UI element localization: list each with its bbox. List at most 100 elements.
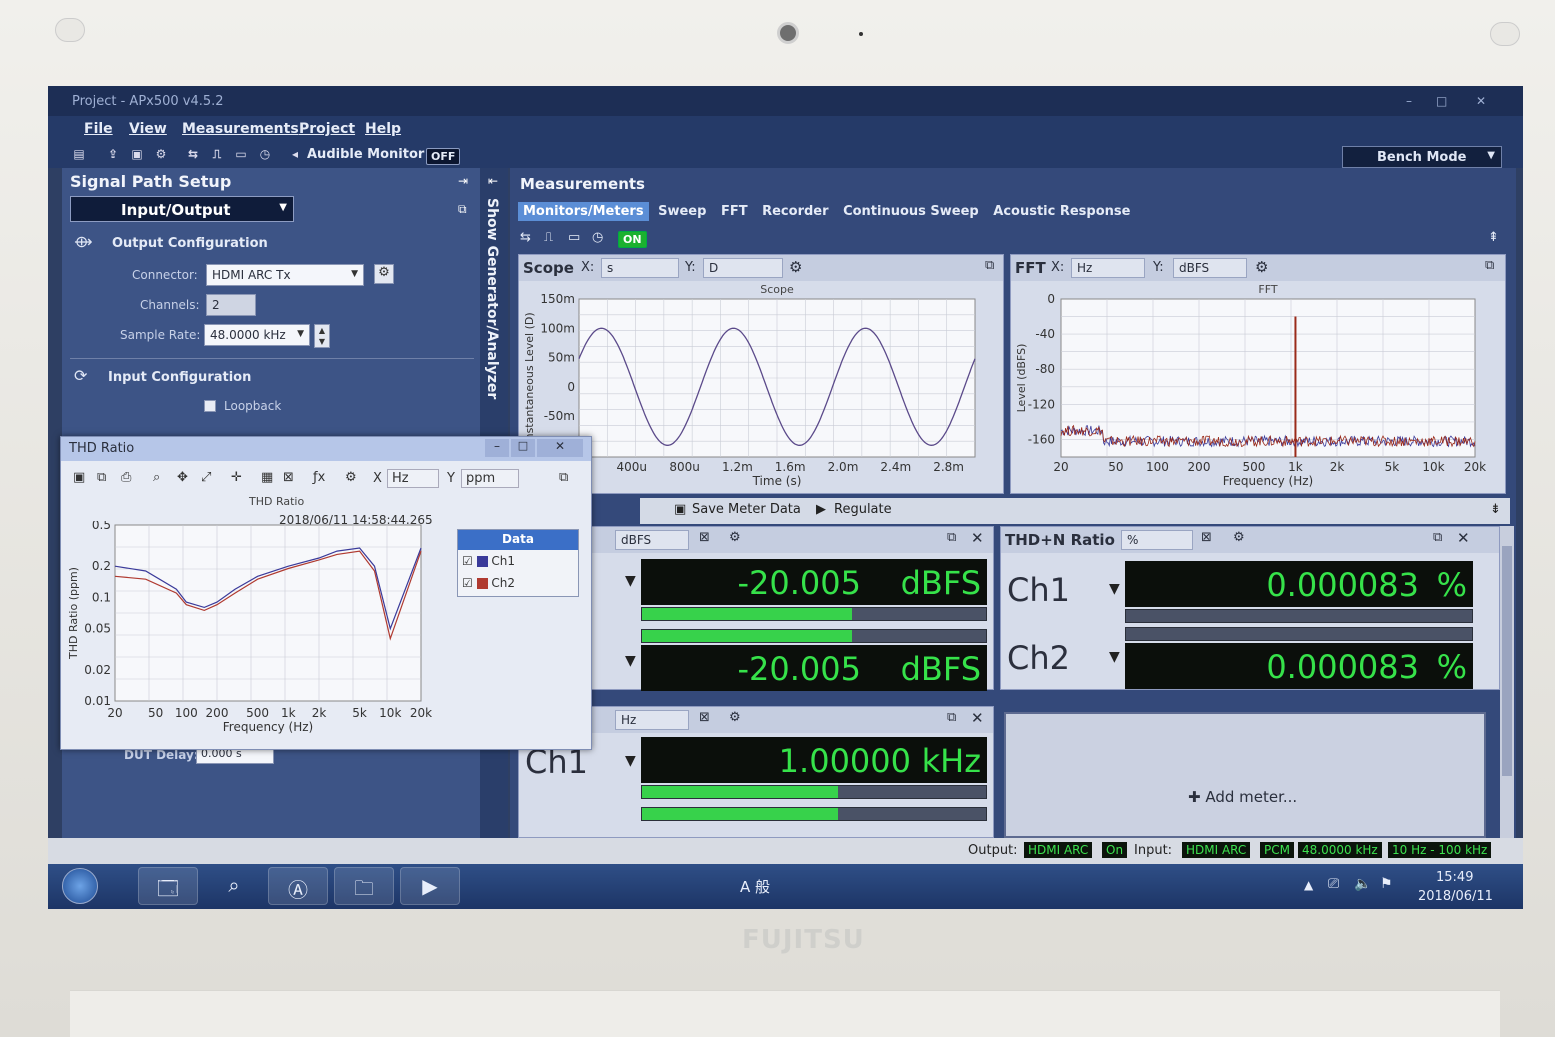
close-icon[interactable]: ✕ [971,529,984,547]
legend-item-ch1[interactable]: ☑ Ch1 [462,554,515,568]
thdn-unit-select[interactable]: % [1121,530,1193,550]
tab-sweep[interactable]: Sweep [653,202,711,221]
open-icon[interactable]: ⇪ [106,147,120,161]
display-options-icon[interactable]: ⊠ [283,470,294,485]
close-button[interactable]: ✕ [1476,94,1486,108]
volume-icon[interactable]: 🔈 [1354,876,1371,892]
save-icon[interactable]: ▣ [130,147,144,161]
checkbox-icon[interactable]: ☑ [462,554,473,568]
io-selector[interactable]: Input/Output ▼ [70,196,294,222]
thd-y-unit-select[interactable]: ppm [461,469,519,488]
close-icon[interactable]: ✕ [1457,529,1470,547]
fit-icon[interactable]: ⤢ [201,470,211,485]
save-meter-data-button[interactable]: Save Meter Data [692,502,801,517]
loopback-checkbox[interactable] [204,400,216,412]
meter-icon[interactable]: ▭ [234,147,248,161]
channels-stepper[interactable]: 2 [206,294,256,316]
add-meter-button[interactable]: ✚ Add meter... [1188,788,1297,806]
checkbox-icon[interactable]: ☑ [462,576,473,590]
media-taskbar-icon[interactable]: ▶ [400,867,460,905]
network-icon[interactable]: ⎚ [1328,876,1339,892]
channel-dropdown[interactable]: ▼ [1109,581,1120,597]
folder-taskbar-icon[interactable]: 🗀 [334,867,394,905]
pin-icon[interactable]: ⇤ [488,174,498,188]
clock-date[interactable]: 2018/06/11 [1418,889,1493,904]
collapse-icon[interactable]: ⇞ [1488,230,1499,245]
maximize-button[interactable]: □ [1436,94,1447,108]
meter-settings-icon[interactable]: ⚙ [729,710,741,725]
tab-continuous-sweep[interactable]: Continuous Sweep [838,202,984,221]
meter-settings-icon[interactable]: ⚙ [729,530,741,545]
monitor-on-toggle[interactable]: ON [618,231,647,248]
tab-recorder[interactable]: Recorder [757,202,833,221]
connector-settings-icon[interactable]: ⚙ [374,264,394,284]
popout-icon[interactable]: ⧉ [1485,258,1494,273]
tab-acoustic-response[interactable]: Acoustic Response [988,202,1135,221]
level-unit-select[interactable]: dBFS [615,530,689,550]
popout-icon[interactable]: ⧉ [559,470,568,485]
bench-mode-select[interactable]: Bench Mode ▼ [1342,146,1502,168]
channel-dropdown[interactable]: ▼ [625,753,636,769]
meter-icon[interactable]: ▭ [568,230,580,245]
table-icon[interactable]: ▦ [261,470,273,485]
waveform-icon[interactable]: ⎍ [210,147,224,161]
menu-file[interactable]: File [84,121,113,137]
fft-x-unit-select[interactable]: Hz [1071,258,1145,278]
tray-expand-icon[interactable]: ▲ [1304,878,1313,892]
popout-icon[interactable]: ⧉ [458,202,467,217]
frequency-unit-select[interactable]: Hz [615,710,689,730]
search-taskbar-icon[interactable]: ⌕ [204,867,264,905]
explorer-taskbar-icon[interactable]: 🗔 [138,867,198,905]
scrollbar-thumb[interactable] [1502,546,1512,776]
popout-icon[interactable]: ⧉ [985,258,994,273]
channel-dropdown[interactable]: ▼ [1109,649,1120,665]
sample-rate-spinner[interactable]: ▲ ▼ [314,324,330,348]
minimize-button[interactable]: – [485,439,509,457]
settings-icon[interactable]: ⚙ [345,470,357,485]
meter-settings-icon[interactable]: ⚙ [1233,530,1245,545]
clock-icon[interactable]: ◷ [592,230,603,245]
close-button[interactable]: ✕ [537,439,583,457]
menu-view[interactable]: View [129,121,167,137]
tab-monitors-meters[interactable]: Monitors/Meters [518,202,649,221]
cursor-icon[interactable]: ✛ [231,470,242,485]
save-icon[interactable]: ▣ [73,470,85,485]
channel-dropdown[interactable]: ▼ [625,653,636,669]
close-icon[interactable]: ✕ [971,709,984,727]
sample-rate-select[interactable]: 48.0000 kHz ▼ [204,324,310,346]
menu-help[interactable]: Help [365,121,401,137]
collapse-icon[interactable]: ⇟ [1490,502,1501,517]
popout-icon[interactable]: ⧉ [947,530,956,545]
pin-icon[interactable]: ⇥ [458,174,468,188]
minimize-button[interactable]: – [1406,94,1412,108]
new-file-icon[interactable]: ▤ [72,147,86,161]
connector-select[interactable]: HDMI ARC Tx ▼ [206,264,364,286]
scope-y-unit-select[interactable]: D [703,258,783,278]
fft-settings-icon[interactable]: ⚙ [1255,258,1268,276]
copy-icon[interactable]: ⧉ [97,470,106,485]
swap-icon[interactable]: ⇆ [520,230,531,245]
waveform-icon[interactable]: ⎍ [544,230,553,245]
apx-taskbar-icon[interactable]: Ⓐ [268,867,328,905]
settings-icon[interactable]: ⚙ [154,147,168,161]
menu-measurements[interactable]: Measurements [182,121,299,137]
ime-indicator[interactable]: A 般 [740,876,770,897]
print-icon[interactable]: ⎙ [121,470,131,485]
clock-time[interactable]: 15:49 [1436,870,1473,885]
start-button[interactable] [62,868,98,904]
popout-icon[interactable]: ⧉ [1433,530,1442,545]
tab-fft[interactable]: FFT [716,202,753,221]
menu-project[interactable]: Project [299,121,355,137]
audible-monitor-toggle[interactable]: OFF [426,148,461,165]
thd-x-unit-select[interactable]: Hz [387,469,439,488]
regulate-button[interactable]: Regulate [834,502,892,517]
swap-icon[interactable]: ⇆ [186,147,200,161]
popout-icon[interactable]: ⧉ [947,710,956,725]
scope-settings-icon[interactable]: ⚙ [789,258,802,276]
flag-icon[interactable]: ⚑ [1380,876,1393,892]
scope-x-unit-select[interactable]: s [601,258,679,278]
display-options-icon[interactable]: ⊠ [1201,530,1212,545]
add-meter-area[interactable]: ✚ Add meter... [1004,712,1486,838]
zoom-icon[interactable]: ⌕ [153,470,160,485]
channel-dropdown[interactable]: ▼ [625,573,636,589]
